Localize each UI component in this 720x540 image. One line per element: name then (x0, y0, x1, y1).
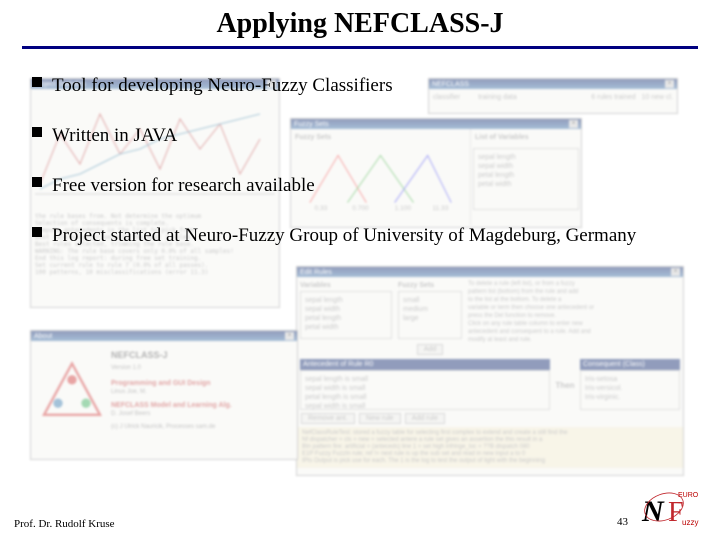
bullet-text: Project started at Neuro-Fuzzy Group of … (52, 221, 636, 251)
bullet-icon (32, 127, 42, 137)
bullet-icon (32, 227, 42, 237)
slide: Applying NEFCLASS-J Tool for developing … (0, 0, 720, 540)
bullet-item: Project started at Neuro-Fuzzy Group of … (32, 221, 698, 251)
svg-text:uzzy: uzzy (682, 518, 698, 527)
bullet-text: Free version for research available (52, 171, 315, 201)
page-number: 43 (617, 516, 628, 528)
bullet-item: Tool for developing Neuro-Fuzzy Classifi… (32, 71, 698, 101)
bullet-text: Written in JAVA (52, 121, 177, 151)
footer-author: Prof. Dr. Rudolf Kruse (14, 518, 115, 530)
neuro-fuzzy-logo: EURO N F uzzy (638, 487, 710, 534)
title-rule (22, 46, 698, 49)
bullet-icon (32, 77, 42, 87)
bullet-icon (32, 177, 42, 187)
bullet-item: Written in JAVA (32, 121, 698, 151)
bullet-item: Free version for research available (32, 171, 698, 201)
bullet-list: Tool for developing Neuro-Fuzzy Classifi… (32, 71, 698, 251)
bullet-text: Tool for developing Neuro-Fuzzy Classifi… (52, 71, 393, 101)
slide-title: Applying NEFCLASS-J (216, 8, 503, 40)
